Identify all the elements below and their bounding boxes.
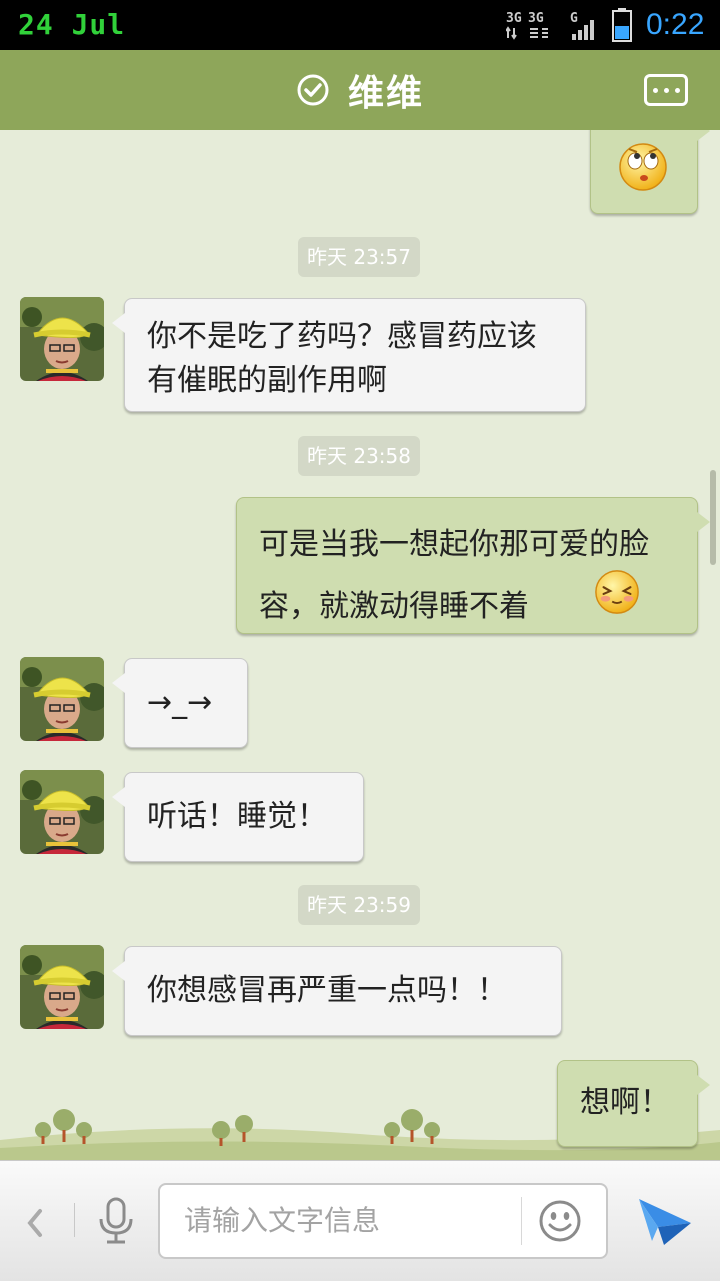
avatar-photo-icon xyxy=(20,770,104,854)
input-placeholder: 请输入文字信息 xyxy=(184,1204,381,1237)
shy-emoji-icon xyxy=(595,570,639,614)
message-text: 听话！睡觉！ xyxy=(147,799,327,834)
message-bubble-incoming[interactable]: 听话！睡觉！ xyxy=(112,772,364,862)
contact-avatar[interactable] xyxy=(20,657,104,741)
message-bubble-incoming[interactable]: →_→ xyxy=(112,658,248,748)
contact-name: 维维 xyxy=(347,73,424,114)
timestamp: 昨天 23:59 xyxy=(298,885,420,925)
smiley-icon[interactable] xyxy=(538,1199,582,1243)
check-circle-icon xyxy=(297,74,329,106)
scrollbar[interactable] xyxy=(710,470,716,565)
message-input[interactable]: 请输入文字信息 xyxy=(158,1183,608,1259)
message-text: 你想感冒再严重一点吗！！ xyxy=(147,973,507,1008)
svg-text:3G: 3G xyxy=(506,11,522,26)
microphone-icon[interactable] xyxy=(96,1197,136,1245)
message-bubble-incoming[interactable]: 你不是吃了药吗？感冒药应该有催眠的副作用啊 xyxy=(112,298,586,412)
more-options-button[interactable] xyxy=(644,74,688,106)
input-bar: 请输入文字信息 xyxy=(0,1160,720,1281)
status-date: 24 Jul xyxy=(18,8,126,41)
timestamp: 昨天 23:58 xyxy=(298,436,420,476)
chat-header: 维维 xyxy=(0,50,720,130)
message-bubble-outgoing[interactable] xyxy=(590,130,710,214)
message-bubble-outgoing[interactable]: 想啊！ xyxy=(557,1060,710,1147)
more-dots-icon xyxy=(652,87,658,93)
message-text: 想啊！ xyxy=(580,1085,670,1120)
message-text: 你不是吃了药吗？感冒药应该有催眠的副作用啊 xyxy=(147,319,537,398)
message-bubble-incoming[interactable]: 你想感冒再严重一点吗！！ xyxy=(112,946,562,1036)
chevron-left-icon[interactable] xyxy=(20,1203,50,1243)
contact-avatar[interactable] xyxy=(20,770,104,854)
send-arrow-icon[interactable] xyxy=(636,1193,694,1247)
status-time: 0:22 xyxy=(646,8,705,41)
contact-avatar[interactable] xyxy=(20,945,104,1029)
timestamp: 昨天 23:57 xyxy=(298,237,420,277)
eye-roll-emoji-icon xyxy=(619,143,667,191)
message-bubble-outgoing[interactable]: 可是当我一想起你那可爱的脸容，就激动得睡不着 xyxy=(236,497,710,634)
message-text: →_→ xyxy=(147,685,213,720)
network-signal-icon: 3G 3G G xyxy=(506,11,594,40)
avatar-photo-icon xyxy=(20,657,104,741)
status-bar: 24 Jul 3G 3G G 0:22 xyxy=(0,0,720,50)
avatar-photo-icon xyxy=(20,945,104,1029)
divider xyxy=(74,1203,75,1237)
divider xyxy=(521,1197,522,1245)
svg-text:G: G xyxy=(570,11,578,26)
battery-icon xyxy=(612,8,632,42)
contact-avatar[interactable] xyxy=(20,297,104,381)
message-text: 可是当我一想起你那可爱的脸容，就激动得睡不着 xyxy=(259,527,649,624)
chat-area[interactable]: 昨天 23:57 你不是吃了药吗？感冒药应该有催眠的副作用啊 昨天 23:58 … xyxy=(0,130,720,1160)
svg-text:3G: 3G xyxy=(528,11,544,26)
avatar-photo-icon xyxy=(20,297,104,381)
